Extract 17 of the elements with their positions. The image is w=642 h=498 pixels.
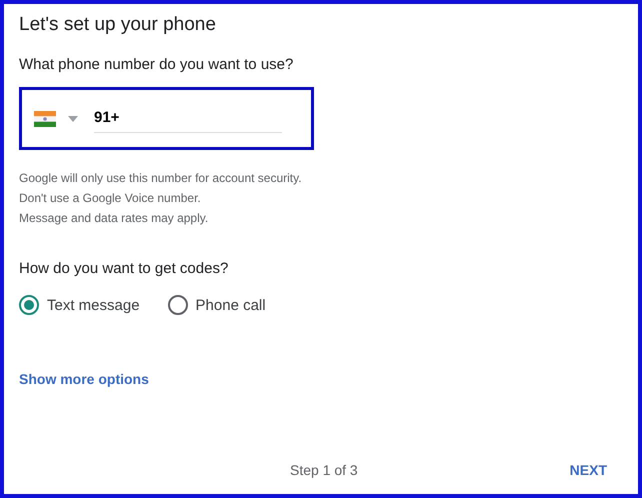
hint-text: Message and data rates may apply. bbox=[19, 210, 210, 226]
phone-field[interactable]: 91+ bbox=[19, 87, 314, 150]
radio-button[interactable] bbox=[168, 295, 188, 315]
hint-text: Google will only use this number for account security. bbox=[19, 170, 303, 186]
phone-input[interactable]: 91+ bbox=[94, 104, 282, 132]
radio-label[interactable]: Text message bbox=[47, 296, 140, 314]
radio-label[interactable]: Phone call bbox=[196, 296, 266, 314]
next-button[interactable]: NEXT bbox=[570, 462, 607, 478]
hint-text: Don't use a Google Voice number. bbox=[19, 190, 202, 206]
codes-question: How do you want to get codes? bbox=[19, 260, 230, 277]
field-label: What phone number do you want to use? bbox=[19, 56, 294, 73]
caret-icon[interactable] bbox=[68, 116, 78, 122]
flag-icon[interactable] bbox=[34, 110, 56, 126]
page-title: Let's set up your phone bbox=[19, 14, 217, 36]
radio-button[interactable] bbox=[19, 295, 39, 315]
step-indicator: Step 1 of 3 bbox=[290, 462, 358, 478]
show-more-link[interactable]: Show more options bbox=[19, 371, 149, 387]
